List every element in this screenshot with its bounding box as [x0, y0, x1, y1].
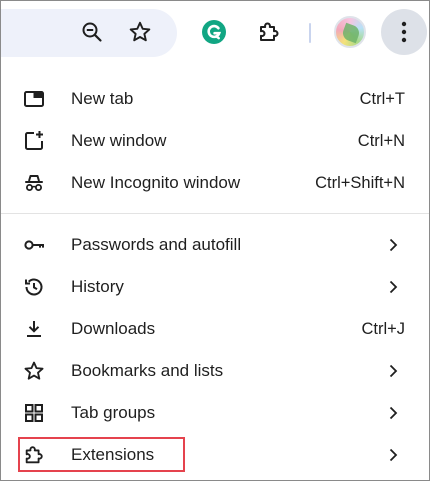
menu-item-shortcut: Ctrl+T: [359, 89, 405, 108]
avatar-leaf-decoration: [340, 22, 362, 44]
incognito-icon: [23, 172, 45, 194]
extensions-puzzle-icon: [260, 22, 279, 41]
menu-item-shortcut: Ctrl+J: [361, 319, 405, 338]
menu-item-label: Passwords and autofill: [71, 235, 242, 254]
menu-item-passwords-and-autofill[interactable]: Passwords and autofill: [1, 224, 429, 266]
zoom-out-icon: [82, 22, 102, 42]
menu-item-label: Downloads: [71, 319, 156, 338]
menu-item-label: Tab groups: [71, 403, 156, 422]
toolbar-divider: [309, 23, 311, 43]
tab-groups-icon: [23, 402, 45, 424]
three-dot-menu-icon: [401, 21, 407, 43]
browser-window: New tab Ctrl+T New window Ctrl+N New Inc…: [0, 0, 430, 481]
chevron-right-icon: [389, 448, 398, 462]
menu-item-bookmarks-and-lists[interactable]: Bookmarks and lists: [1, 350, 429, 392]
grammarly-icon: [202, 20, 226, 44]
chrome-menu-button[interactable]: [381, 9, 427, 55]
menu-item-tab-groups[interactable]: Tab groups: [1, 392, 429, 434]
menu-item-downloads[interactable]: Downloads Ctrl+J: [1, 308, 429, 350]
menu-item-label: History: [71, 277, 124, 296]
menu-item-new-incognito-window[interactable]: New Incognito window Ctrl+Shift+N: [1, 162, 429, 204]
menu-item-label: Bookmarks and lists: [71, 361, 224, 380]
menu-item-label: New window: [71, 131, 167, 150]
menu-item-new-tab[interactable]: New tab Ctrl+T: [1, 78, 429, 120]
chevron-right-icon: [389, 364, 398, 378]
extensions-highlight-box: [18, 437, 185, 472]
browser-toolbar: [1, 1, 429, 65]
profile-avatar[interactable]: [334, 16, 366, 48]
zoom-out-button[interactable]: [75, 15, 109, 49]
new-tab-icon: [23, 88, 45, 110]
chevron-right-icon: [389, 406, 398, 420]
extensions-toolbar-button[interactable]: [252, 15, 286, 49]
chevron-right-icon: [389, 238, 398, 252]
download-icon: [23, 318, 45, 340]
new-window-icon: [23, 130, 45, 152]
menu-item-label: New tab: [71, 89, 134, 108]
chevron-right-icon: [389, 280, 398, 294]
menu-item-label: New Incognito window: [71, 173, 241, 192]
menu-item-history[interactable]: History: [1, 266, 429, 308]
star-icon: [23, 360, 45, 382]
menu-item-shortcut: Ctrl+N: [357, 131, 405, 150]
menu-separator: [1, 213, 429, 214]
menu-item-shortcut: Ctrl+Shift+N: [315, 173, 405, 192]
grammarly-extension-button[interactable]: [197, 15, 231, 49]
bookmark-star-icon: [129, 21, 151, 42]
menu-item-new-window[interactable]: New window Ctrl+N: [1, 120, 429, 162]
bookmark-star-button[interactable]: [123, 15, 157, 49]
key-icon: [23, 234, 45, 256]
history-icon: [23, 276, 45, 298]
chrome-app-menu: New tab Ctrl+T New window Ctrl+N New Inc…: [1, 65, 429, 480]
